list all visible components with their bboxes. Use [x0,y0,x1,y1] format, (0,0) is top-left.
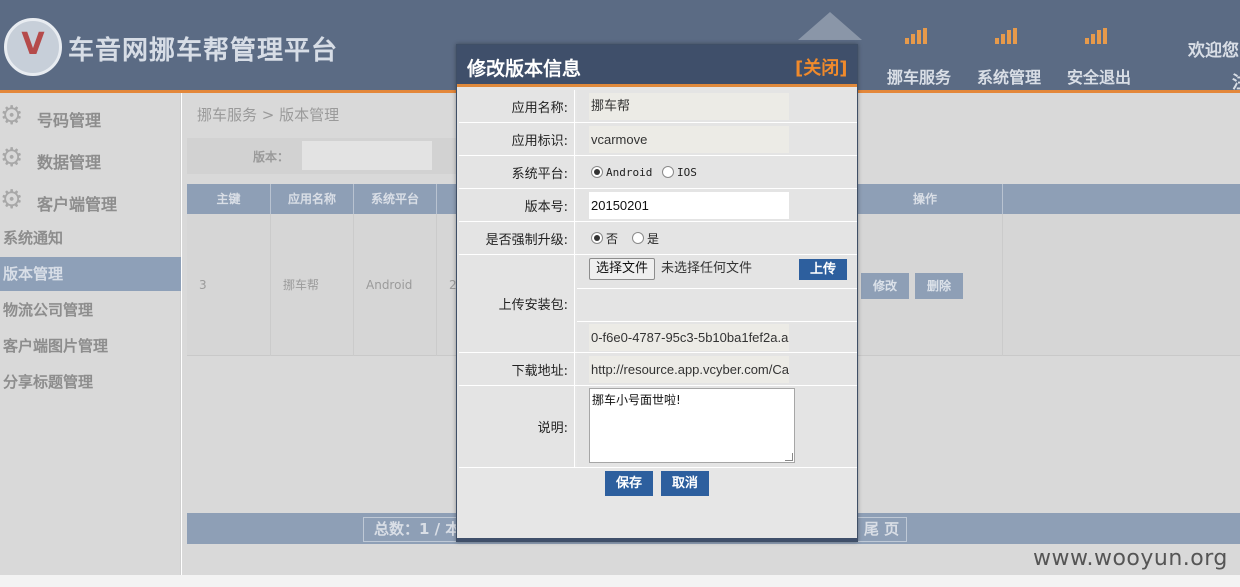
sidebar-group-label: 号码管理 [37,111,102,130]
welcome-text-2: 注 [1232,68,1240,93]
edit-version-dialog: 修改版本信息 [关闭] 应用名称: 挪车帮 应用标识: vcarmove 系统平… [456,44,858,542]
radio-unchecked-icon[interactable] [662,166,674,178]
row-version: 版本号: 20150201 [459,189,857,222]
force-update-radio-no[interactable]: 否 [591,222,618,254]
radio-label: IOS [677,165,697,179]
column-header-actions: 操作 [848,184,1003,214]
row-description: 说明: 挪车小号面世啦! [459,386,857,468]
app-name-field: 挪车帮 [589,93,789,120]
nav-label: 挪车服务 [886,68,951,87]
force-update-radio-yes[interactable]: 是 [632,222,659,254]
sidebar-group-client[interactable]: ⚙ 客户端管理 [0,179,181,219]
cell-app-name: 挪车帮 [271,214,354,356]
version-input[interactable]: 20150201 [589,192,789,219]
download-url-label: 下载地址: [459,353,575,385]
column-header-platform: 系统平台 [354,184,437,214]
bar-chart-icon [995,22,1023,44]
file-status: 未选择任何文件 [661,261,753,276]
row-upload-package: 上传安装包: 选择文件 未选择任何文件 上传 0-f6e0-4787-95c3-… [459,255,857,353]
bar-chart-icon [1085,22,1113,44]
save-button[interactable]: 保存 [605,471,653,496]
sidebar-item-version[interactable]: 版本管理 [0,257,181,291]
sidebar-item-client-images[interactable]: 客户端图片管理 [0,329,181,363]
row-platform: 系统平台: Android IOS [459,156,857,189]
description-textarea[interactable]: 挪车小号面世啦! [589,388,795,463]
watermark: www.wooyun.org [1033,546,1228,571]
cell-version-cut: 2 [437,214,457,356]
sidebar-group-data[interactable]: ⚙ 数据管理 [0,137,181,177]
radio-unchecked-icon[interactable] [632,232,644,244]
app-id-field: vcarmove [589,126,789,153]
nav-item-system[interactable]: 系统管理 [966,22,1052,88]
dialog-footer-bar [457,538,857,541]
download-url-field: http://resource.app.vcyber.com/Ca [589,356,789,383]
edit-button[interactable]: 修改 [861,273,909,299]
platform-label: 系统平台: [459,156,575,188]
platform-radio-android[interactable]: Android [591,156,652,188]
close-button[interactable]: [关闭] [795,54,847,80]
column-header-app-name: 应用名称 [271,184,354,214]
gear-icon: ⚙ [0,185,24,215]
logo-mark-icon: V [21,27,45,62]
row-download-url: 下载地址: http://resource.app.vcyber.com/Ca [459,353,857,386]
welcome-text: 欢迎您 [1188,41,1239,61]
description-label: 说明: [459,386,575,467]
package-filename-field: 0-f6e0-4787-95c3-5b10ba1fef2a.apk [589,324,789,351]
sidebar-item-notice[interactable]: 系统通知 [0,221,181,255]
dialog-header: 修改版本信息 [关闭] [457,45,857,87]
home-icon[interactable] [798,12,862,40]
row-app-name: 应用名称: 挪车帮 [459,90,857,123]
radio-checked-icon[interactable] [591,232,603,244]
row-app-id: 应用标识: vcarmove [459,123,857,156]
pager-total: 总数：1 / 本 [363,517,457,542]
radio-label: 否 [606,231,619,246]
force-update-label: 是否强制升级: [459,222,575,254]
version-search-input[interactable] [302,141,432,170]
cancel-button[interactable]: 取消 [661,471,709,496]
status-strip [0,575,1240,587]
gear-icon: ⚙ [0,101,24,131]
radio-label: 是 [647,231,660,246]
sidebar-item-share-titles[interactable]: 分享标题管理 [0,365,181,399]
delete-button[interactable]: 删除 [915,273,963,299]
radio-label: Android [606,165,653,179]
choose-file-button[interactable]: 选择文件 [589,258,656,280]
app-id-label: 应用标识: [459,123,575,155]
breadcrumb: 挪车服务 > 版本管理 [197,106,340,124]
nav-label: 安全退出 [1066,68,1131,87]
sidebar-item-logistics[interactable]: 物流公司管理 [0,293,181,327]
cell-id: 3 [187,214,271,356]
gear-icon: ⚙ [0,143,24,173]
sidebar: ⚙ 号码管理 ⚙ 数据管理 ⚙ 客户端管理 系统通知 版本管理 物流公司管理 客… [0,93,181,575]
row-force-update: 是否强制升级: 否 是 [459,222,857,255]
upload-button[interactable]: 上传 [799,259,847,280]
sidebar-group-label: 客户端管理 [37,195,118,214]
nav-item-service[interactable]: 挪车服务 [876,22,962,88]
upload-package-label: 上传安装包: [459,255,575,352]
platform-radio-ios[interactable]: IOS [662,156,697,188]
search-label: 版本： [253,150,290,164]
nav-item-logout[interactable]: 安全退出 [1056,22,1142,88]
dialog-title: 修改版本信息 [467,58,582,80]
radio-checked-icon[interactable] [591,166,603,178]
app-name-label: 应用名称: [459,90,575,122]
column-header-id: 主键 [187,184,271,214]
description-text: 挪车小号面世啦! [592,393,681,407]
cell-platform: Android [354,214,437,356]
version-label: 版本号: [459,189,575,221]
nav-label: 系统管理 [976,68,1041,87]
platform-title: 车音网挪车帮管理平台 [68,36,339,66]
last-page-button[interactable]: 尾 页 [857,517,907,542]
bar-chart-icon [905,22,933,44]
sidebar-group-label: 数据管理 [37,153,102,172]
resize-handle-icon[interactable] [785,453,793,461]
sidebar-group-numbers[interactable]: ⚙ 号码管理 [0,95,181,135]
